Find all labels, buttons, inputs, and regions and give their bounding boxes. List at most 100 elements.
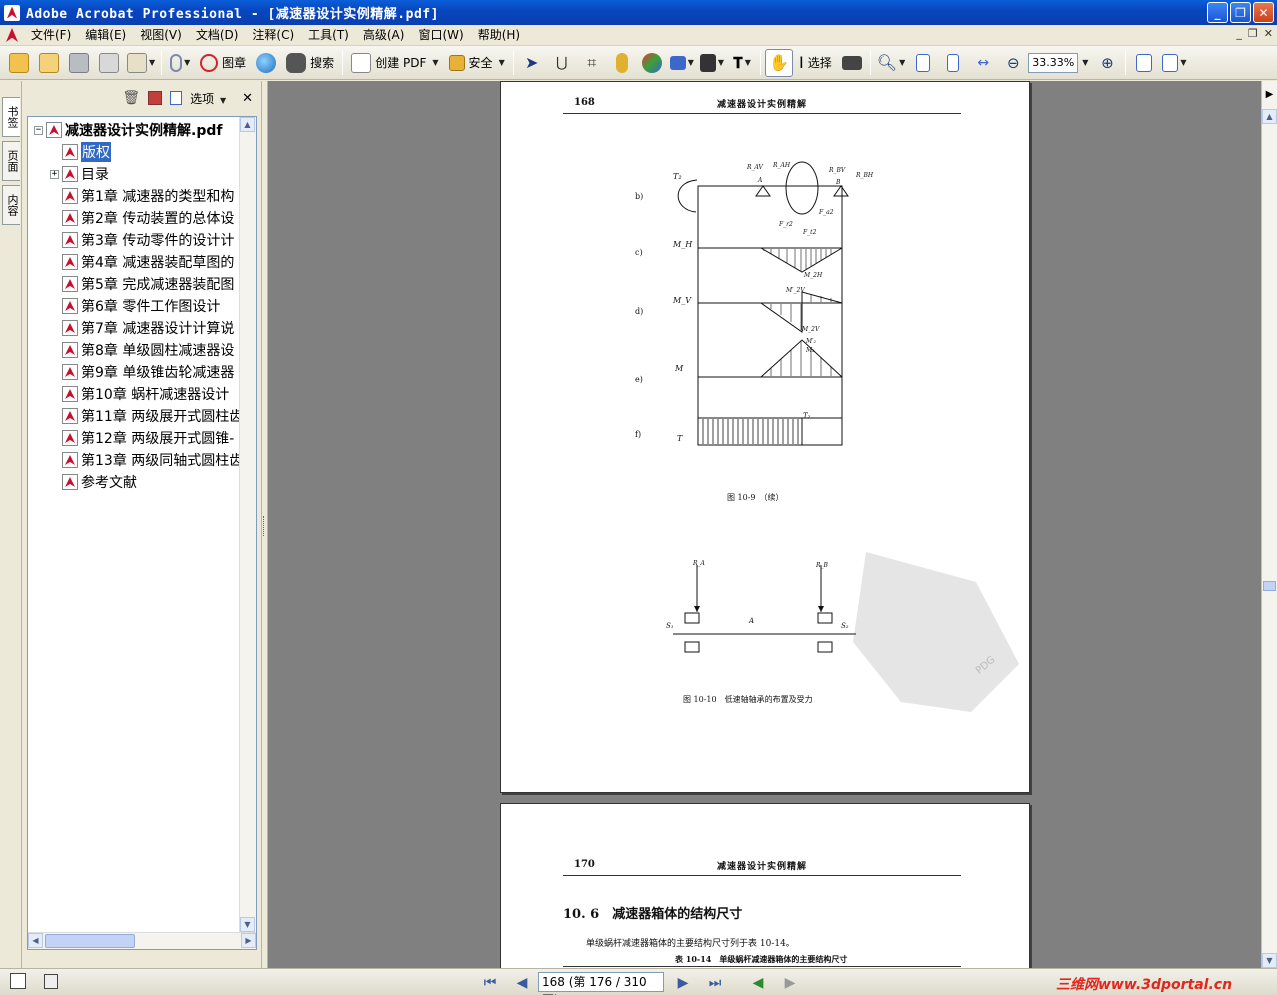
expand-icon[interactable]: + (50, 169, 59, 179)
menu-comments[interactable]: 注释(C) (245, 26, 301, 45)
scroll-up-arrow[interactable]: ▲ (1262, 109, 1277, 124)
menu-document[interactable]: 文档(D) (189, 26, 246, 45)
bookmark-item[interactable]: 第9章 单级锥齿轮减速器 (50, 361, 234, 383)
print-button[interactable] (95, 49, 123, 77)
rectangle-button[interactable]: ▼ (668, 49, 696, 77)
tab-content[interactable]: 内容 (2, 185, 20, 225)
text-edit-button[interactable]: 𝐓 ▼ (728, 49, 756, 77)
previous-view-button[interactable]: ◀ (748, 973, 768, 993)
vertical-scroll-thumb[interactable] (1263, 581, 1276, 591)
options-menu[interactable]: 选项 ▼ (190, 90, 226, 107)
web-button[interactable] (252, 49, 280, 77)
bookmark-root[interactable]: − 减速器设计实例精解.pdf (34, 119, 222, 141)
bookmark-item[interactable]: 第8章 单级圆柱减速器设 (50, 339, 234, 361)
horizontal-scroll-thumb[interactable] (45, 934, 135, 948)
acrobat-app-icon[interactable] (4, 4, 20, 21)
film-button[interactable]: ▼ (698, 49, 726, 77)
menu-window[interactable]: 窗口(W) (411, 26, 470, 45)
snapshot-button[interactable] (838, 49, 866, 77)
bookmark-item[interactable]: 第13章 两级同轴式圆柱齿 (50, 449, 243, 471)
bookmark-item[interactable]: 版权 (50, 141, 111, 163)
tab-bookmarks[interactable]: 书签 (2, 97, 20, 137)
doc-minimize-button[interactable]: _ (1236, 27, 1242, 40)
last-page-button[interactable]: ⏭ (705, 973, 725, 993)
select-object-button[interactable]: ➤ (518, 49, 546, 77)
panel-splitter[interactable] (261, 81, 268, 968)
zoom-in-button[interactable]: ⊕ (1093, 49, 1121, 77)
first-page-button[interactable]: ⏮ (480, 973, 500, 993)
rbv-label: R_BV (829, 167, 846, 174)
menu-edit[interactable]: 编辑(E) (78, 26, 133, 45)
zoom-tool-button[interactable]: 🔍︎ ▼ (875, 49, 907, 77)
close-panel-button[interactable]: ✕ (242, 91, 253, 106)
bookmark-item[interactable]: + 目录 (50, 163, 109, 185)
close-button[interactable]: ✕ (1253, 2, 1274, 23)
delete-bookmark-button[interactable]: 🗑︎ (122, 90, 140, 106)
fit-page-button[interactable] (939, 49, 967, 77)
security-button[interactable]: 安全 ▼ (445, 49, 509, 77)
split-view-arrow[interactable]: ▶ (1262, 89, 1277, 105)
collapse-icon[interactable]: − (34, 125, 43, 135)
menu-file[interactable]: 文件(F) (24, 26, 78, 45)
bookmark-item[interactable]: 第1章 减速器的类型和构 (50, 185, 234, 207)
bookmark-item[interactable]: 第2章 传动装置的总体设 (50, 207, 234, 229)
bookmark-item[interactable]: 第12章 两级展开式圆锥- (50, 427, 234, 449)
create-pdf-button[interactable]: 创建 PDF ▼ (347, 49, 442, 77)
bookmark-item[interactable]: 第3章 传动零件的设计计 (50, 229, 234, 251)
menu-tools[interactable]: 工具(T) (301, 26, 356, 45)
bookmark-properties-button[interactable] (170, 91, 183, 105)
zoom-input[interactable]: 33.33% (1028, 52, 1079, 73)
bookmark-vertical-scrollbar[interactable]: ▲ ▼ (239, 117, 256, 932)
crop-button[interactable]: ⌗ (578, 49, 606, 77)
actual-size-button[interactable] (909, 49, 937, 77)
bookmark-item[interactable]: 第10章 蜗杆减速器设计 (50, 383, 229, 405)
page-number-field[interactable]: 168 (第 176 / 310 页) (538, 972, 664, 995)
bookmark-item[interactable]: 第7章 减速器设计计算说 (50, 317, 234, 339)
new-bookmark-button[interactable] (148, 91, 163, 105)
touchup-button[interactable]: ⋃ (548, 49, 576, 77)
previous-page-button[interactable]: ◀ (512, 973, 532, 993)
tab-pages[interactable]: 页面 (2, 141, 20, 181)
scroll-down-arrow[interactable]: ▼ (240, 917, 255, 932)
bookmark-item[interactable]: 第4章 减速器装配草图的 (50, 251, 234, 273)
scroll-left-arrow[interactable]: ◀ (28, 933, 43, 948)
menu-advanced[interactable]: 高级(A) (356, 26, 412, 45)
scroll-right-arrow[interactable]: ▶ (241, 933, 256, 948)
organizer-button[interactable] (35, 49, 63, 77)
hand-tool-button[interactable]: ✋ (765, 48, 794, 77)
search-button[interactable]: 搜索 (282, 49, 338, 77)
zoom-out-button[interactable]: ⊖ (999, 49, 1027, 77)
page-layout-button[interactable]: ▼ (1160, 49, 1188, 77)
doc-close-button[interactable]: ✕ (1264, 27, 1273, 40)
stamp-button[interactable]: 图章 (196, 49, 250, 77)
page-view-icon[interactable] (10, 973, 26, 989)
open-button[interactable] (5, 49, 33, 77)
maximize-button[interactable]: ❐ (1230, 2, 1251, 23)
select-text-button[interactable]: Ⅰ 选择 (795, 49, 836, 77)
bookmark-horizontal-scrollbar[interactable]: ◀ ▶ (28, 932, 256, 949)
document-menu-icon[interactable] (4, 27, 20, 43)
email-button[interactable]: ▼ (125, 49, 157, 77)
rotate-button[interactable] (1130, 49, 1158, 77)
bookmark-item[interactable]: 参考文献 (50, 471, 137, 493)
page-size-icon[interactable] (44, 974, 58, 989)
menu-view[interactable]: 视图(V) (133, 26, 189, 45)
movie-button[interactable] (638, 49, 666, 77)
document-view[interactable]: 168 减速器设计实例精解 b) c) d) e) f) T₂ M_H M_V … (268, 81, 1261, 968)
menu-help[interactable]: 帮助(H) (471, 26, 527, 45)
bookmark-item[interactable]: 第5章 完成减速器装配图 (50, 273, 234, 295)
attach-button[interactable]: ▼ (166, 49, 194, 77)
zoom-dropdown-arrow[interactable]: ▼ (1082, 58, 1088, 67)
doc-restore-button[interactable]: ❐ (1248, 27, 1258, 40)
next-view-button[interactable]: ▶ (780, 973, 800, 993)
bookmark-item[interactable]: 第6章 零件工作图设计 (50, 295, 220, 317)
document-vertical-scrollbar[interactable]: ▶ ▲ ▼ (1261, 81, 1277, 968)
scroll-down-arrow[interactable]: ▼ (1262, 953, 1277, 968)
save-button[interactable] (65, 49, 93, 77)
link-button[interactable] (608, 49, 636, 77)
fit-width-button[interactable]: ↔ (969, 49, 997, 77)
scroll-up-arrow[interactable]: ▲ (240, 117, 255, 132)
bookmark-item[interactable]: 第11章 两级展开式圆柱齿 (50, 405, 243, 427)
next-page-button[interactable]: ▶ (673, 973, 693, 993)
minimize-button[interactable]: _ (1207, 2, 1228, 23)
